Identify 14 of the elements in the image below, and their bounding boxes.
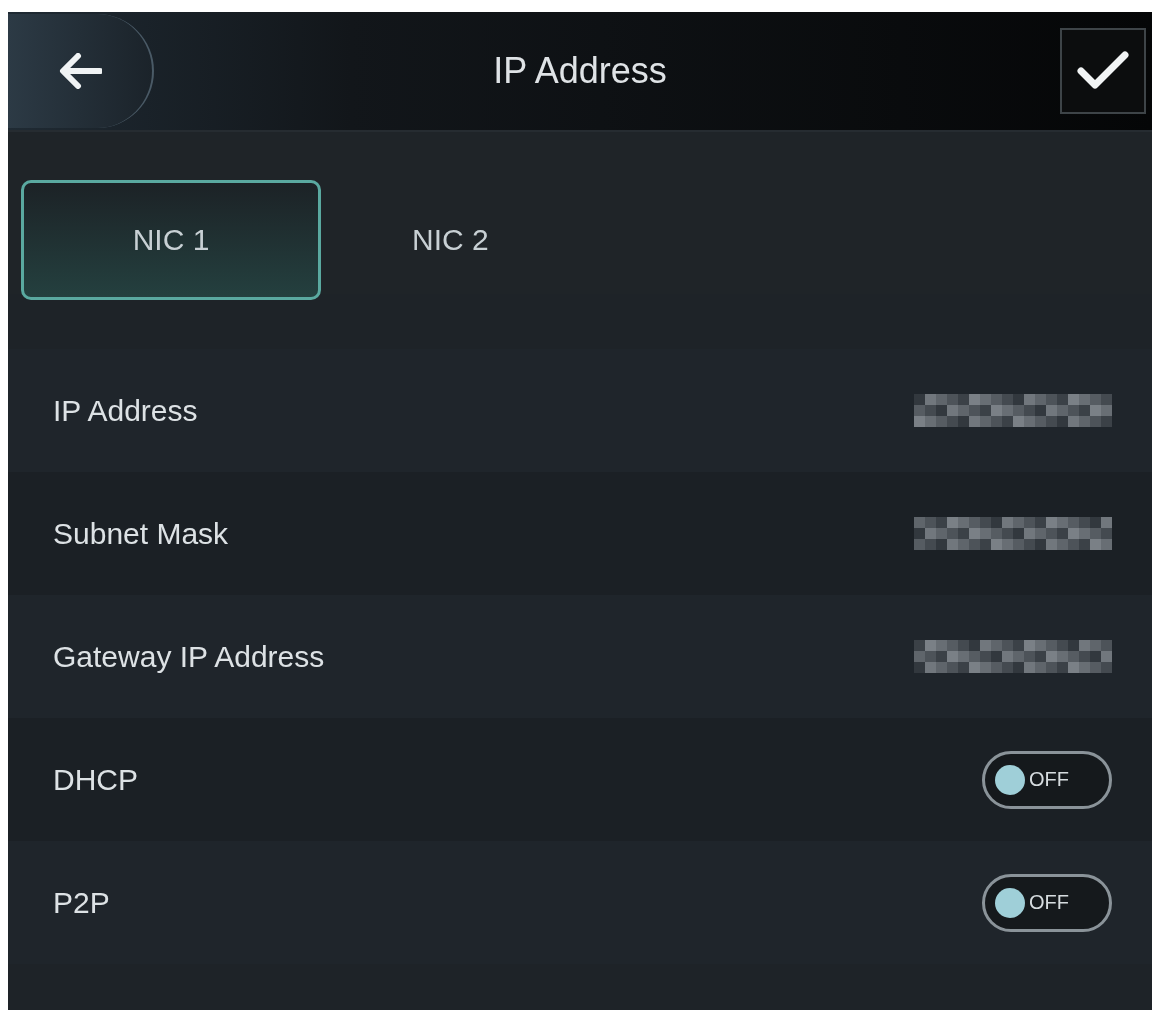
window-title: IP Address (492, 50, 668, 92)
row-label: P2P (53, 885, 110, 920)
toggle-switch[interactable]: OFF (982, 873, 1112, 932)
nic-tab[interactable]: NIC 2 (341, 180, 641, 300)
nic-tab[interactable]: NIC 1 (21, 180, 321, 300)
toggle-switch[interactable]: OFF (982, 750, 1112, 809)
checkmark-icon (1077, 51, 1129, 91)
confirm-button[interactable] (1060, 28, 1146, 114)
back-button[interactable] (8, 14, 154, 128)
row-label: IP Address (53, 393, 198, 428)
row-label: Gateway IP Address (53, 639, 325, 674)
row-label: Subnet Mask (53, 516, 229, 551)
row-label: DHCP (53, 762, 138, 797)
back-arrow-icon (58, 53, 102, 89)
